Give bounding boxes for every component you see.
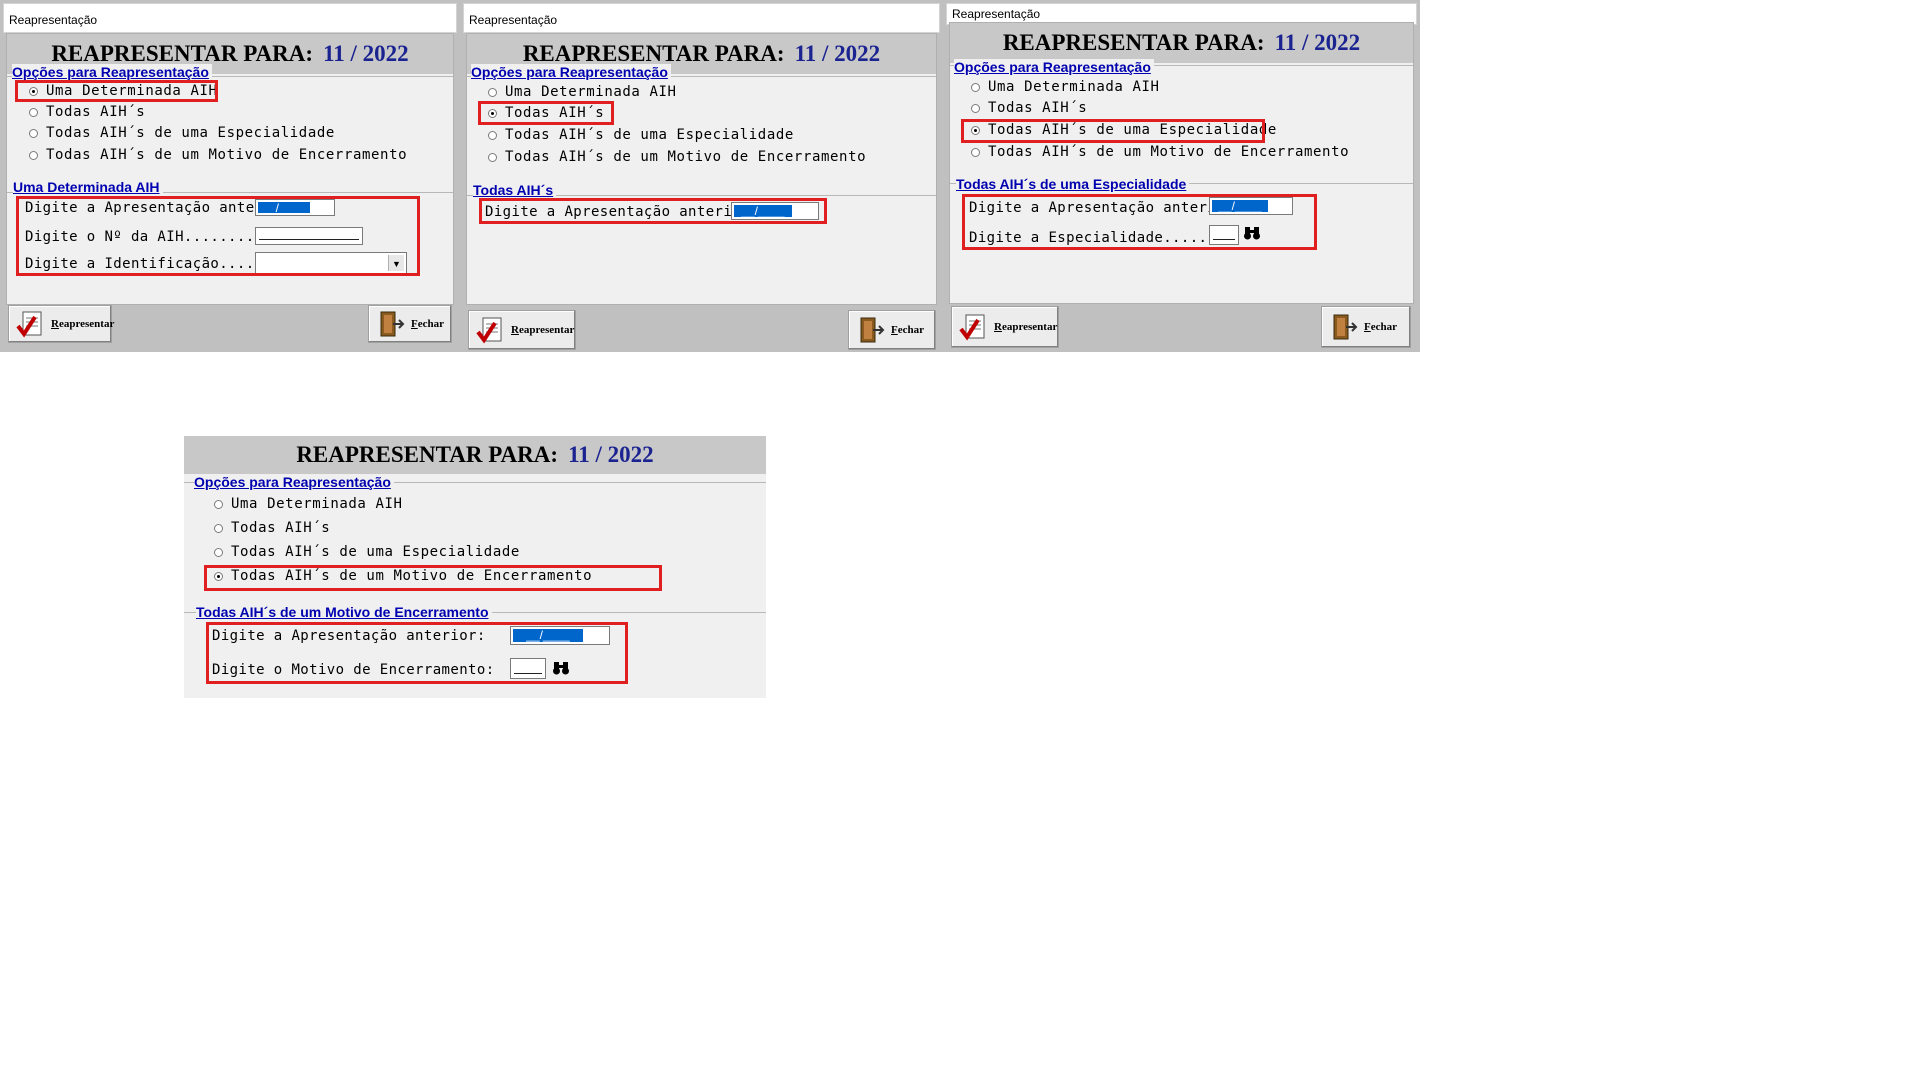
radio-todas-aihs-motivo[interactable]: Todas AIH´s de um Motivo de Encerramento	[488, 149, 866, 165]
radio-label: Todas AIH´s de uma Especialidade	[231, 544, 520, 560]
radio-indicator	[488, 130, 497, 140]
window-title: Reapresentação	[3, 3, 457, 33]
checklist-icon	[15, 309, 47, 339]
radio-todas-aihs-especialidade[interactable]: Todas AIH´s de uma Especialidade	[214, 544, 520, 560]
checklist-icon	[958, 312, 990, 342]
button-bar: Reapresentar Fechar	[943, 304, 1420, 350]
form-content: REAPRESENTAR PARA: 11 / 2022 Opções para …	[6, 33, 454, 305]
radio-indicator	[971, 147, 980, 157]
button-label: Fechar	[891, 324, 924, 336]
header-period: 11 / 2022	[568, 442, 654, 467]
fechar-button[interactable]: Fechar	[1321, 306, 1411, 348]
selection-highlight	[15, 80, 218, 102]
page-title: REAPRESENTAR PARA: 11 / 2022	[950, 23, 1413, 63]
radio-label: Todas AIH´s de uma Especialidade	[46, 125, 335, 141]
radio-todas-aihs[interactable]: Todas AIH´s	[214, 520, 330, 536]
radio-label: Todas AIH´s	[46, 104, 146, 120]
radio-todas-aihs[interactable]: Todas AIH´s	[971, 100, 1087, 116]
radio-indicator	[29, 128, 38, 138]
fields-highlight	[16, 196, 420, 276]
fields-highlight	[479, 198, 827, 224]
form-content: REAPRESENTAR PARA: 11 / 2022 Opções para …	[949, 22, 1414, 304]
radio-uma-determinada-aih[interactable]: Uma Determinada AIH	[214, 496, 403, 512]
button-label: Fechar	[411, 318, 444, 330]
header-label: REAPRESENTAR PARA:	[1002, 30, 1265, 55]
reapresentacao-window-1: Reapresentação REAPRESENTAR PARA: 11 / 20…	[0, 0, 460, 352]
radio-label: Todas AIH´s	[988, 100, 1088, 116]
radio-label: Todas AIH´s de uma Especialidade	[505, 127, 794, 143]
header-label: REAPRESENTAR PARA:	[296, 442, 559, 467]
exit-door-icon	[855, 315, 887, 345]
radio-indicator	[29, 107, 38, 117]
button-label: Fechar	[1364, 321, 1397, 333]
fields-highlight	[962, 194, 1317, 250]
reapresentar-button[interactable]: Reapresentar	[468, 310, 576, 350]
button-label: Reapresentar	[994, 321, 1058, 333]
radio-indicator	[214, 499, 223, 509]
radio-indicator	[214, 523, 223, 533]
radio-indicator	[488, 152, 497, 162]
radio-todas-aihs-especialidade[interactable]: Todas AIH´s de uma Especialidade	[29, 125, 335, 141]
radio-indicator	[488, 87, 497, 97]
radio-label: Todas AIH´s de um Motivo de Encerramento	[505, 149, 867, 165]
radio-indicator	[214, 547, 223, 557]
window-title: Reapresentação	[463, 3, 940, 33]
selection-highlight	[961, 119, 1265, 143]
selection-highlight	[478, 101, 614, 125]
options-group-label: Opções para Reapresentação	[194, 474, 394, 490]
radio-todas-aihs-motivo[interactable]: Todas AIH´s de um Motivo de Encerramento	[29, 147, 407, 163]
reapresentar-button[interactable]: Reapresentar	[8, 305, 115, 343]
button-label: Reapresentar	[51, 318, 115, 330]
exit-door-icon	[1328, 312, 1360, 342]
fechar-button[interactable]: Fechar	[848, 310, 936, 350]
radio-indicator	[971, 103, 980, 113]
button-label: Reapresentar	[511, 324, 575, 336]
radio-label: Uma Determinada AIH	[505, 84, 677, 100]
checklist-icon	[475, 315, 507, 345]
radio-label: Uma Determinada AIH	[988, 79, 1160, 95]
page-title: REAPRESENTAR PARA: 11 / 2022	[184, 436, 766, 474]
reapresentacao-window-2: Reapresentação REAPRESENTAR PARA: 11 / 20…	[460, 0, 943, 352]
header-period: 11 / 2022	[323, 41, 409, 66]
options-group-label: Opções para Reapresentação	[471, 64, 671, 80]
section-title: Uma Determinada AIH	[13, 179, 163, 195]
radio-label: Todas AIH´s de um Motivo de Encerramento	[46, 147, 408, 163]
exit-door-icon	[375, 309, 407, 339]
radio-uma-determinada-aih[interactable]: Uma Determinada AIH	[971, 79, 1160, 95]
fechar-button[interactable]: Fechar	[368, 305, 452, 343]
radio-todas-aihs-especialidade[interactable]: Todas AIH´s de uma Especialidade	[488, 127, 794, 143]
radio-label: Todas AIH´s de um Motivo de Encerramento	[988, 144, 1350, 160]
radio-indicator	[29, 150, 38, 160]
header-period: 11 / 2022	[1274, 30, 1361, 55]
reapresentacao-window-3: Reapresentação REAPRESENTAR PARA: 11 / 20…	[943, 0, 1420, 352]
radio-indicator	[971, 82, 980, 92]
form-content: REAPRESENTAR PARA: 11 / 2022 Opções para …	[466, 33, 937, 305]
options-group-label: Opções para Reapresentação	[954, 59, 1154, 75]
section-title: Todas AIH´s de um Motivo de Encerramento	[196, 604, 492, 620]
radio-todas-aihs-motivo[interactable]: Todas AIH´s de um Motivo de Encerramento	[971, 144, 1349, 160]
radio-todas-aihs[interactable]: Todas AIH´s	[29, 104, 145, 120]
button-bar: Reapresentar Fechar	[0, 305, 460, 350]
button-bar: Reapresentar Fechar	[460, 305, 943, 350]
fields-highlight	[206, 622, 628, 684]
radio-label: Uma Determinada AIH	[231, 496, 403, 512]
selection-highlight	[204, 565, 662, 591]
reapresentar-button[interactable]: Reapresentar	[951, 306, 1059, 348]
section-title: Todas AIH´s	[473, 182, 557, 198]
header-label: REAPRESENTAR PARA:	[51, 41, 314, 66]
header-label: REAPRESENTAR PARA:	[522, 41, 785, 66]
reapresentacao-window-4: REAPRESENTAR PARA: 11 / 2022 Opções para …	[184, 436, 766, 698]
header-period: 11 / 2022	[794, 41, 881, 66]
section-title: Todas AIH´s de uma Especialidade	[956, 176, 1190, 192]
options-group-label: Opções para Reapresentação	[12, 64, 212, 80]
radio-uma-determinada-aih[interactable]: Uma Determinada AIH	[488, 84, 677, 100]
radio-label: Todas AIH´s	[231, 520, 331, 536]
